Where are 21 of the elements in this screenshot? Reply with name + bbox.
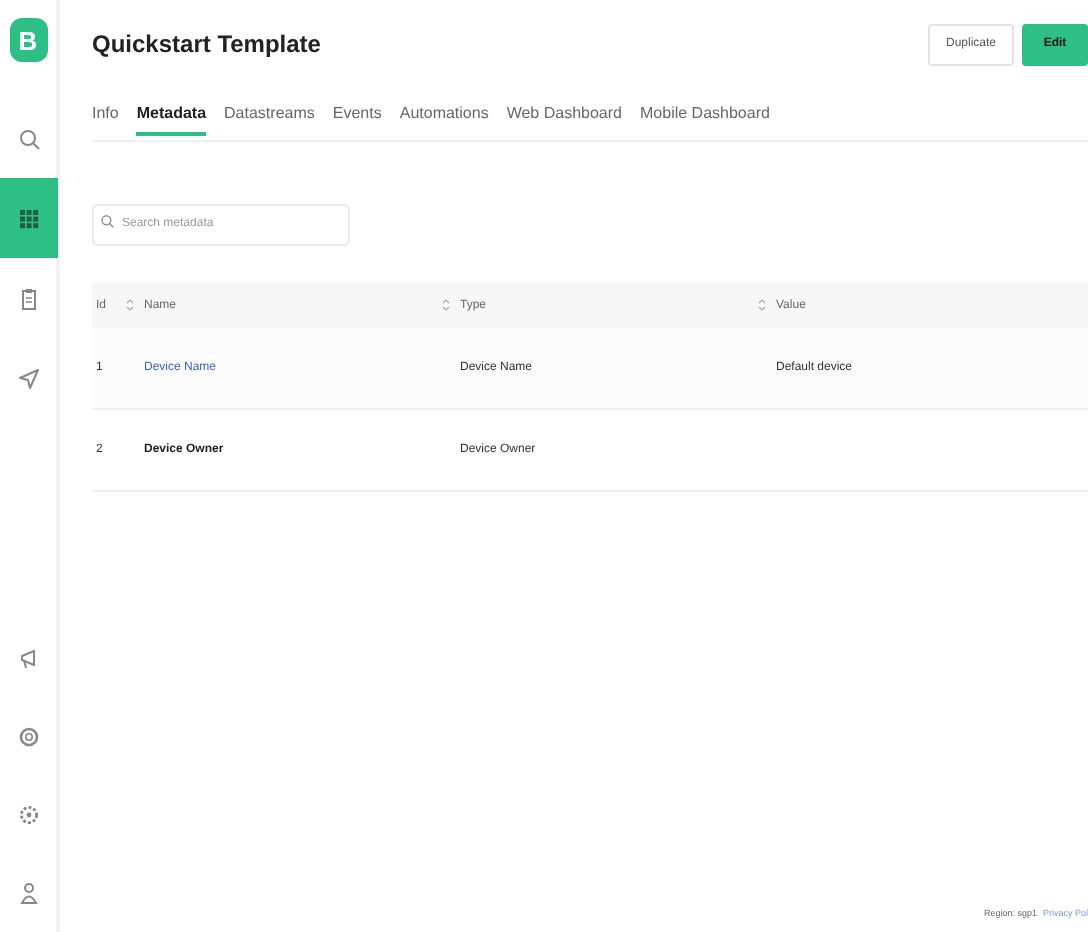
grid-icon: [17, 207, 39, 229]
clipboard-icon: [17, 287, 39, 309]
user-icon: [17, 882, 39, 904]
tab[interactable]: Info: [92, 104, 119, 136]
paper-plane-icon: [17, 367, 39, 389]
sort-icon[interactable]: [126, 298, 134, 312]
tab[interactable]: Datastreams: [224, 104, 315, 136]
tab[interactable]: Metadata: [136, 104, 207, 136]
sort-icon[interactable]: [758, 298, 766, 312]
logo: B: [9, 18, 47, 62]
settings-icon: [17, 804, 39, 826]
megaphone-icon: [17, 648, 39, 670]
tab[interactable]: Mobile Dashboard: [640, 104, 770, 136]
search-icon: [17, 127, 39, 149]
sidebar-item[interactable]: [0, 178, 58, 258]
tab[interactable]: Events: [332, 104, 382, 136]
tab[interactable]: Automations: [399, 104, 489, 136]
sort-icon[interactable]: [442, 298, 450, 312]
ring-icon: [17, 726, 39, 748]
page-title: Quickstart Template: [92, 30, 321, 58]
tab[interactable]: Web Dashboard: [506, 104, 622, 136]
